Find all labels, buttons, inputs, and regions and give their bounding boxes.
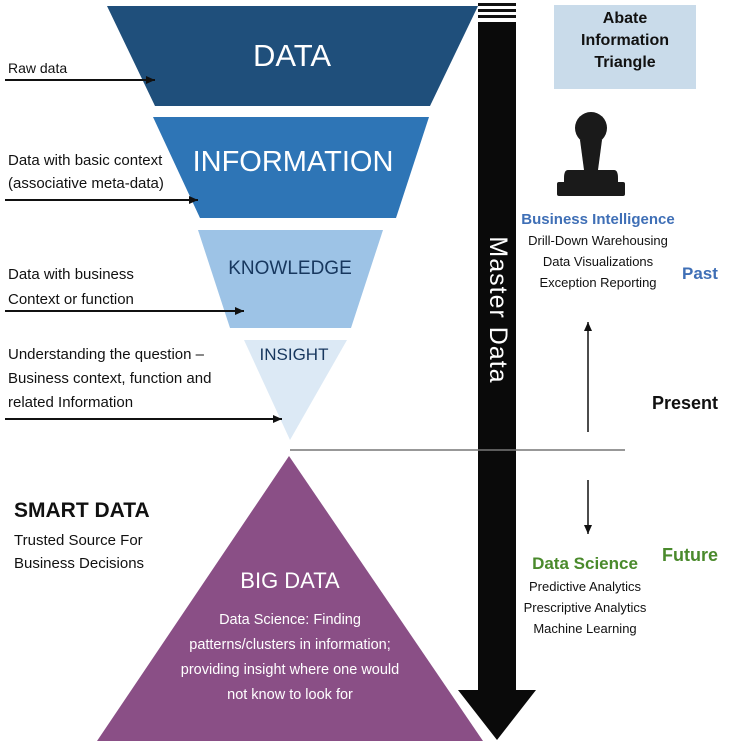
- master-data-label: Master Data: [484, 236, 512, 384]
- big-data-line: providing insight where one would: [180, 662, 400, 678]
- present-label: Present: [652, 393, 719, 413]
- smart-data-title: SMART DATA: [14, 499, 150, 522]
- big-data-title: BIG DATA: [240, 568, 340, 593]
- raw-data-note: Raw data: [8, 57, 67, 79]
- future-label: Future: [662, 545, 718, 565]
- business-intelligence-title: Business Intelligence: [521, 211, 675, 228]
- smart-data-line: Business Decisions: [14, 555, 145, 572]
- note-line: Context or function: [8, 291, 134, 308]
- data-science-title: Data Science: [532, 554, 638, 573]
- business-intelligence-block: Business Intelligence Drill-Down Warehou…: [515, 211, 681, 293]
- basic-context-note: Data with basic context (associative met…: [8, 149, 164, 195]
- knowledge-layer-label: KNOWLEDGE: [228, 258, 352, 279]
- note-line: Business context, function and: [8, 370, 212, 387]
- note-line: Data with basic context: [8, 152, 163, 169]
- big-data-line: patterns/clusters in information;: [189, 637, 391, 653]
- ds-item: Prescriptive Analytics: [523, 600, 647, 615]
- master-data-top-stripe: [478, 3, 516, 6]
- big-data-line: Data Science: Finding: [219, 612, 361, 628]
- insight-layer-label: INSIGHT: [259, 345, 329, 364]
- ds-item: Machine Learning: [533, 621, 637, 636]
- abate-info-box: Abate Information Triangle: [554, 5, 696, 89]
- note-line: Data with business: [8, 266, 134, 283]
- abate-line: Abate: [602, 10, 648, 27]
- note-line: (associative meta-data): [8, 175, 164, 192]
- understanding-note: Understanding the question – Business co…: [8, 343, 211, 415]
- smart-data-block: SMART DATA Trusted Source For Business D…: [14, 499, 150, 575]
- past-label: Past: [682, 264, 718, 283]
- smart-data-line: Trusted Source For: [14, 532, 143, 549]
- abate-line: Triangle: [594, 54, 656, 71]
- business-context-note: Data with business Context or function: [8, 262, 134, 312]
- data-layer-label: DATA: [252, 38, 332, 73]
- data-science-block: Data Science Predictive Analytics Prescr…: [510, 554, 660, 639]
- note-line: Understanding the question –: [8, 346, 204, 363]
- big-data-block: BIG DATA Data Science: Finding patterns/…: [140, 568, 440, 708]
- information-layer-label: INFORMATION: [192, 146, 394, 178]
- ds-item: Predictive Analytics: [529, 579, 641, 594]
- bi-item: Drill-Down Warehousing: [528, 233, 668, 248]
- bi-item: Exception Reporting: [539, 275, 657, 290]
- abate-line: Information: [581, 32, 669, 49]
- big-data-line: not know to look for: [227, 687, 353, 703]
- note-line: related Information: [8, 394, 134, 411]
- raw-data-text: Raw data: [8, 60, 68, 76]
- bi-item: Data Visualizations: [542, 254, 654, 269]
- stamp-icon: [557, 112, 625, 196]
- master-data-top-stripe: [478, 9, 516, 12]
- master-data-top-stripe: [478, 15, 516, 18]
